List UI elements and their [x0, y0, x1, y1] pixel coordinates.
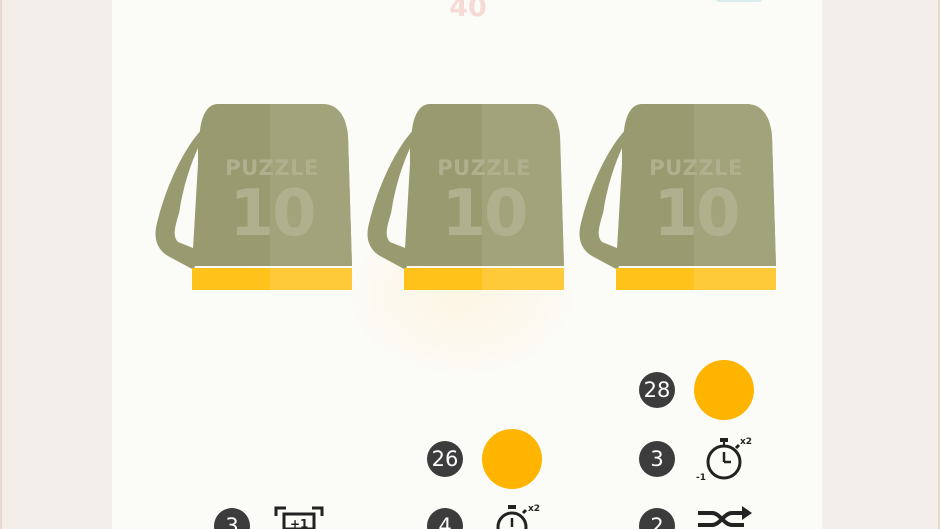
right-margin [822, 0, 940, 529]
stopwatch-x2-icon: x2 -1 [696, 434, 752, 484]
left-margin [0, 0, 112, 529]
cup-puzzle-number: 10 [441, 177, 528, 251]
reward-count-badge: 26 [427, 441, 463, 477]
cup-puzzle-number: 10 [653, 177, 740, 251]
stopwatch-multiplier-text: x2 [528, 504, 540, 514]
stopwatch-minus-text: -1 [696, 473, 706, 483]
plus-one-frame-icon: +1 [272, 504, 326, 529]
puzzle-cup-1[interactable]: PUZZLE 10 [152, 100, 352, 292]
puzzle-cup-2[interactable]: PUZZLE 10 [364, 100, 564, 292]
coin-icon [482, 429, 542, 489]
frame-plus-text: +1 [290, 517, 308, 529]
reward-count-badge: 3 [639, 441, 675, 477]
stopwatch-x2-icon: x2 [488, 503, 540, 529]
cup-puzzle-number: 10 [229, 177, 316, 251]
reward-count-badge: 28 [639, 372, 675, 408]
top-right-button-edge[interactable] [716, 0, 762, 2]
shuffle-icon [696, 505, 752, 529]
game-screen: 40 PUZZLE 10 PUZZLE 10 PUZZLE 10 28 3 x2… [0, 0, 940, 529]
score-counter: 40 [449, 0, 487, 23]
coin-icon [694, 360, 754, 420]
puzzle-cup-3[interactable]: PUZZLE 10 [576, 100, 776, 292]
stopwatch-multiplier-text: x2 [740, 437, 752, 447]
